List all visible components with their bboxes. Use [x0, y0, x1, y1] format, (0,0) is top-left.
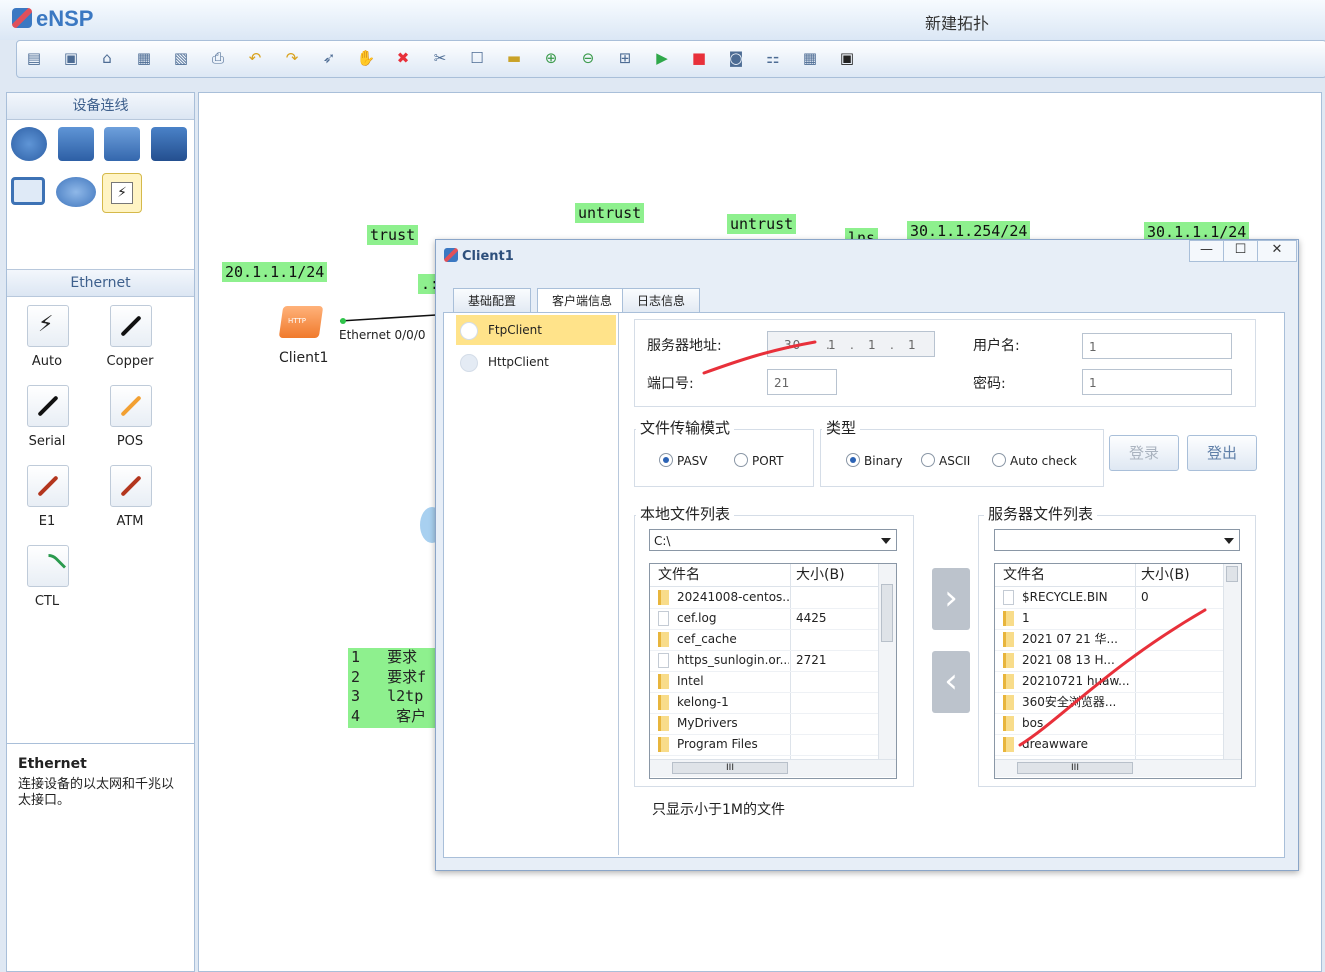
local-file-list: 文件名 大小(B) 20241008-centos... cef.log 4425 …	[649, 563, 897, 779]
requirements-note: 1 要求 2 要求f 3 l2tp 4 客户	[348, 648, 441, 728]
table-row[interactable]: 20210721 huaw...	[995, 671, 1223, 693]
note-line: 4 客户	[351, 706, 427, 725]
list-item-httpclient[interactable]: HttpClient	[456, 347, 616, 377]
folder-icon	[1003, 653, 1014, 668]
table-row[interactable]: Intel	[650, 671, 878, 693]
radio-empty-icon	[992, 453, 1006, 467]
folder-icon	[658, 590, 669, 605]
server-file-title: 服务器文件列表	[984, 503, 1098, 524]
local-vertical-scrollbar[interactable]	[878, 564, 896, 759]
type-title: 类型	[822, 417, 861, 438]
dropdown-arrow-icon	[1224, 538, 1234, 544]
dialog-content: FtpClient HttpClient 服务器地址: 30. 1. 1. 1 …	[443, 312, 1285, 858]
list-item-ftpclient[interactable]: FtpClient	[456, 315, 616, 345]
transfer-mode-title: 文件传输模式	[636, 417, 735, 438]
file-icon	[658, 653, 669, 668]
folder-icon	[1003, 695, 1014, 710]
table-row[interactable]: 20241008-centos...	[650, 587, 878, 609]
ethernet-link[interactable]	[339, 314, 437, 322]
local-file-header: 文件名 大小(B)	[650, 564, 878, 587]
dropdown-arrow-icon	[881, 538, 891, 544]
table-row[interactable]: https_sunlogin.or... 2721	[650, 650, 878, 672]
server-address-input[interactable]: 30. 1. 1. 1	[767, 331, 935, 357]
login-button[interactable]: 登录	[1109, 435, 1179, 471]
client1-dialog: Client1 — ☐ ✕ 基础配置 客户端信息 日志信息 FtpClient …	[435, 239, 1299, 871]
username-input[interactable]: 1	[1082, 333, 1232, 359]
password-input[interactable]: 1	[1082, 369, 1232, 395]
radio-ascii[interactable]: ASCII	[921, 453, 970, 469]
table-row[interactable]: cef_cache	[650, 629, 878, 651]
folder-icon	[658, 632, 669, 647]
table-row[interactable]: dreawware	[995, 734, 1223, 756]
server-vertical-scrollbar[interactable]	[1223, 564, 1241, 759]
note-line: 3 l2tp	[351, 687, 424, 705]
radio-auto-check[interactable]: Auto check	[992, 453, 1077, 469]
username-label: 用户名:	[973, 338, 1020, 354]
server-file-list: 文件名 大小(B) $RECYCLE.BIN 0 1 2021 07 21 华...…	[994, 563, 1242, 779]
folder-icon	[1003, 611, 1014, 626]
radio-empty-icon	[921, 453, 935, 467]
password-label: 密码:	[973, 376, 1006, 392]
tab-client-info[interactable]: 客户端信息	[537, 288, 628, 314]
close-button[interactable]: ✕	[1257, 240, 1297, 262]
dialog-app-icon	[444, 248, 458, 262]
radio-pasv[interactable]: PASV	[659, 453, 708, 469]
radio-selected-icon	[846, 453, 860, 467]
folder-icon	[1003, 737, 1014, 752]
ftp-bullet-icon	[460, 322, 478, 340]
file-size-note: 只显示小于1M的文件	[652, 802, 785, 818]
download-arrow-button[interactable]: ‹	[932, 651, 970, 713]
tab-basic-config[interactable]: 基础配置	[453, 288, 532, 314]
maximize-button[interactable]: ☐	[1223, 240, 1258, 262]
client-label: Client1	[279, 350, 329, 366]
table-row[interactable]: bos	[995, 713, 1223, 735]
radio-binary[interactable]: Binary	[846, 453, 903, 469]
folder-icon	[658, 674, 669, 689]
http-badge-icon: HTTP	[288, 317, 306, 325]
table-row[interactable]: 2021 07 21 华...	[995, 629, 1223, 651]
table-row[interactable]: MyDrivers	[650, 713, 878, 735]
dialog-title: Client1	[462, 249, 514, 264]
tab-log-info[interactable]: 日志信息	[622, 288, 701, 314]
table-row[interactable]: 360安全浏览器...	[995, 692, 1223, 714]
logout-button[interactable]: 登出	[1187, 435, 1257, 471]
folder-icon	[658, 737, 669, 752]
file-icon	[658, 611, 669, 626]
server-horizontal-scrollbar[interactable]: III	[995, 759, 1241, 777]
http-bullet-icon	[460, 354, 478, 372]
server-path-select[interactable]	[994, 529, 1240, 551]
port-input[interactable]: 21	[767, 369, 837, 395]
table-row[interactable]: $RECYCLE.BIN 0	[995, 587, 1223, 609]
local-file-title: 本地文件列表	[636, 503, 735, 524]
note-line: 2 要求f	[351, 667, 427, 686]
link-status-dot	[340, 318, 346, 324]
table-row[interactable]: cef.log 4425	[650, 608, 878, 630]
note-line: 1 要求	[351, 648, 418, 666]
server-file-header: 文件名 大小(B)	[995, 564, 1223, 587]
table-row[interactable]: kelong-1	[650, 692, 878, 714]
folder-icon	[658, 695, 669, 710]
radio-port[interactable]: PORT	[734, 453, 783, 469]
folder-icon	[658, 716, 669, 731]
upload-arrow-button[interactable]: ›	[932, 568, 970, 630]
port-label: Ethernet 0/0/0	[339, 328, 426, 342]
table-row[interactable]: 2021 08 13 H...	[995, 650, 1223, 672]
table-row[interactable]: Program Files	[650, 734, 878, 756]
folder-icon	[1003, 716, 1014, 731]
port-label: 端口号:	[647, 376, 694, 392]
client-type-list: FtpClient HttpClient	[454, 313, 619, 855]
folder-icon	[1003, 674, 1014, 689]
radio-selected-icon	[659, 453, 673, 467]
folder-icon	[1003, 632, 1014, 647]
table-row[interactable]: 1	[995, 608, 1223, 630]
client-device-icon[interactable]: HTTP	[278, 304, 325, 340]
local-path-select[interactable]: C:\	[649, 529, 897, 551]
file-icon	[1003, 590, 1014, 605]
minimize-button[interactable]: —	[1189, 240, 1224, 262]
local-horizontal-scrollbar[interactable]: III	[650, 759, 896, 777]
radio-empty-icon	[734, 453, 748, 467]
server-address-label: 服务器地址:	[647, 338, 722, 354]
